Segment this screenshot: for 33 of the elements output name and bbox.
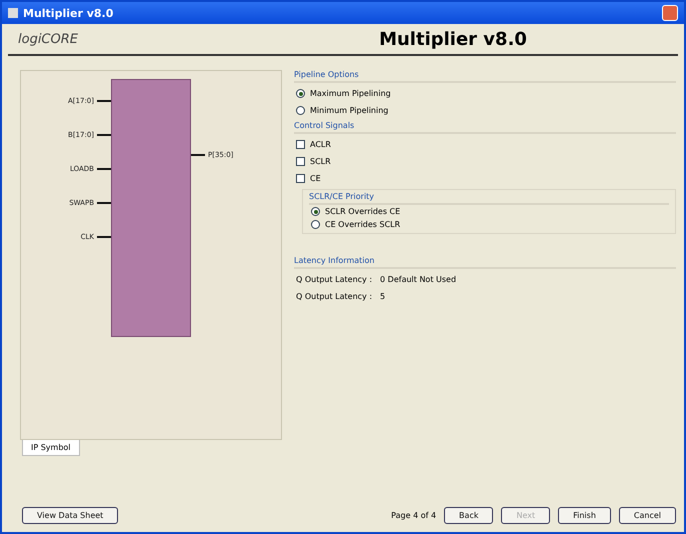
wizard-button[interactable]: Finish: [558, 507, 611, 524]
checkbox-label: SCLR: [310, 157, 331, 166]
group-title: Pipeline Options: [294, 70, 676, 83]
page-indicator: Page 4 of 4: [391, 511, 436, 520]
radio-label: SCLR Overrides CE: [325, 207, 400, 216]
radio-label: Minimum Pipelining: [310, 106, 388, 115]
window-title: Multiplier v8.0: [23, 6, 114, 20]
close-button[interactable]: [662, 5, 678, 21]
group-title: Latency Information: [294, 256, 676, 269]
checkbox-label: ACLR: [310, 140, 331, 149]
checkbox[interactable]: [296, 157, 305, 166]
latency-value: 0 Default Not Used: [380, 275, 456, 284]
app-icon: [8, 8, 18, 18]
wizard-button[interactable]: Cancel: [618, 507, 676, 524]
checkbox[interactable]: [296, 140, 305, 149]
radio-button[interactable]: [311, 220, 320, 229]
group-title: SCLR/CE Priority: [309, 192, 669, 205]
symbol-tab[interactable]: IP Symbol: [22, 440, 80, 456]
checkbox-label: CE: [310, 174, 321, 183]
radio-button[interactable]: [296, 89, 305, 98]
datasheet-button[interactable]: View Data Sheet: [22, 507, 118, 524]
logo: logiCORE: [18, 32, 78, 46]
latency-label: Q Output Latency :: [296, 292, 372, 301]
radio-label: CE Overrides SCLR: [325, 220, 400, 229]
checkbox[interactable]: [296, 174, 305, 183]
radio-button[interactable]: [296, 106, 305, 115]
wizard-button[interactable]: Back: [444, 507, 494, 524]
latency-label: Q Output Latency :: [296, 275, 372, 284]
radio-button[interactable]: [311, 207, 320, 216]
group-title: Control Signals: [294, 121, 676, 134]
page-title: Multiplier v8.0: [378, 28, 528, 50]
radio-label: Maximum Pipelining: [310, 89, 391, 98]
latency-value: 5: [380, 292, 386, 301]
